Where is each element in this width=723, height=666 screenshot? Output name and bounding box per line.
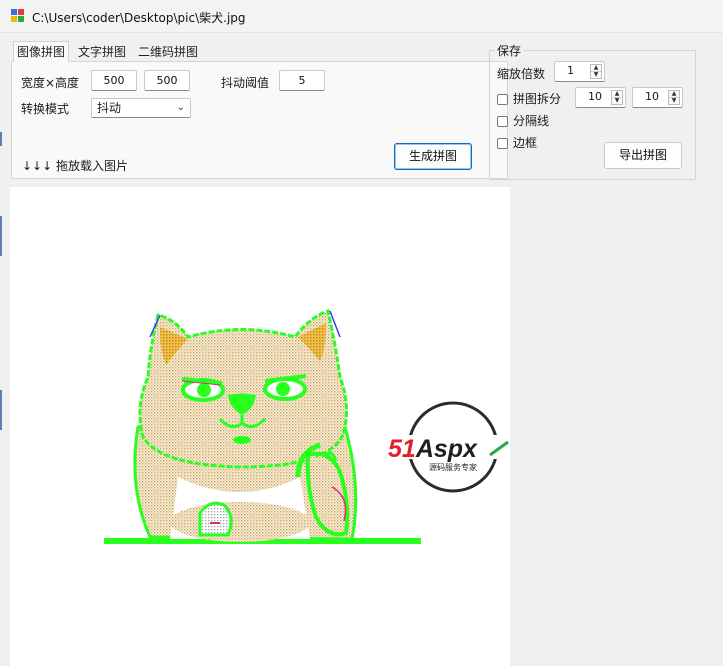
title-bar: C:\Users\coder\Desktop\pic\柴犬.jpg [0,0,723,33]
shiba-dog-image: 51Aspx 源码服务专家 [104,309,510,544]
generate-button[interactable]: 生成拼图 [394,143,472,170]
watermark-tagline: 源码服务专家 [429,462,477,472]
threshold-input[interactable]: 5 [279,70,325,91]
tab-qrcode-puzzle[interactable]: 二维码拼图 [135,43,201,61]
mode-selected-value: 抖动 [97,101,122,115]
border-checkbox[interactable]: 边框 [497,134,537,150]
watermark-brand-dark: Aspx [415,435,478,463]
edge-mark [0,390,2,430]
edge-mark [0,216,2,256]
scale-label: 缩放倍数 [497,67,546,81]
split-checkbox[interactable]: 拼图拆分 [497,90,561,106]
mode-select[interactable]: 抖动 ⌄ [91,98,191,118]
chevron-down-icon: ⌄ [176,102,185,113]
split-rows-stepper[interactable]: 10 ▲ ▼ [632,87,683,108]
tab-image-puzzle[interactable]: 图像拼图 [13,41,70,62]
scale-value: 1 [567,64,574,77]
mode-label: 转换模式 [21,102,70,116]
spin-down-icon[interactable]: ▼ [669,98,679,104]
spin-down-icon[interactable]: ▼ [612,98,622,104]
height-input[interactable]: 500 [144,70,190,91]
watermark-logo: 51Aspx 源码服务专家 [386,401,510,493]
export-button[interactable]: 导出拼图 [604,142,682,169]
dog-foot [198,501,233,537]
checkbox-icon[interactable] [497,138,508,149]
split-label: 拼图拆分 [513,92,562,106]
spin-down-icon[interactable]: ▼ [591,72,601,78]
watermark-brand-red: 51 [388,435,416,463]
edge-mark [0,132,2,146]
border-label: 边框 [513,136,538,150]
split-rows-value: 10 [645,90,659,103]
app-icon [11,9,24,22]
scale-stepper-arrows[interactable]: ▲ ▼ [590,64,602,79]
split-rows-arrows[interactable]: ▲ ▼ [668,90,680,105]
checkbox-icon[interactable] [497,94,508,105]
threshold-label: 抖动阈值 [221,76,270,90]
svg-text:51Aspx: 51Aspx [388,435,478,463]
divider-label: 分隔线 [513,114,550,128]
divider-checkbox[interactable]: 分隔线 [497,112,549,128]
puzzle-preview-canvas[interactable]: 51Aspx 源码服务专家 [10,187,510,666]
size-label: 宽度×高度 [21,76,80,90]
width-input[interactable]: 500 [91,70,137,91]
split-cols-stepper[interactable]: 10 ▲ ▼ [575,87,626,108]
split-cols-value: 10 [588,90,602,103]
tab-text-puzzle[interactable]: 文字拼图 [75,43,129,61]
window-title: C:\Users\coder\Desktop\pic\柴犬.jpg [32,11,246,25]
split-cols-arrows[interactable]: ▲ ▼ [611,90,623,105]
save-group-title: 保存 [495,42,524,59]
scale-stepper[interactable]: 1 ▲ ▼ [554,61,605,82]
drop-hint: ↓↓↓ 拖放载入图片 [22,159,128,173]
checkbox-icon[interactable] [497,116,508,127]
